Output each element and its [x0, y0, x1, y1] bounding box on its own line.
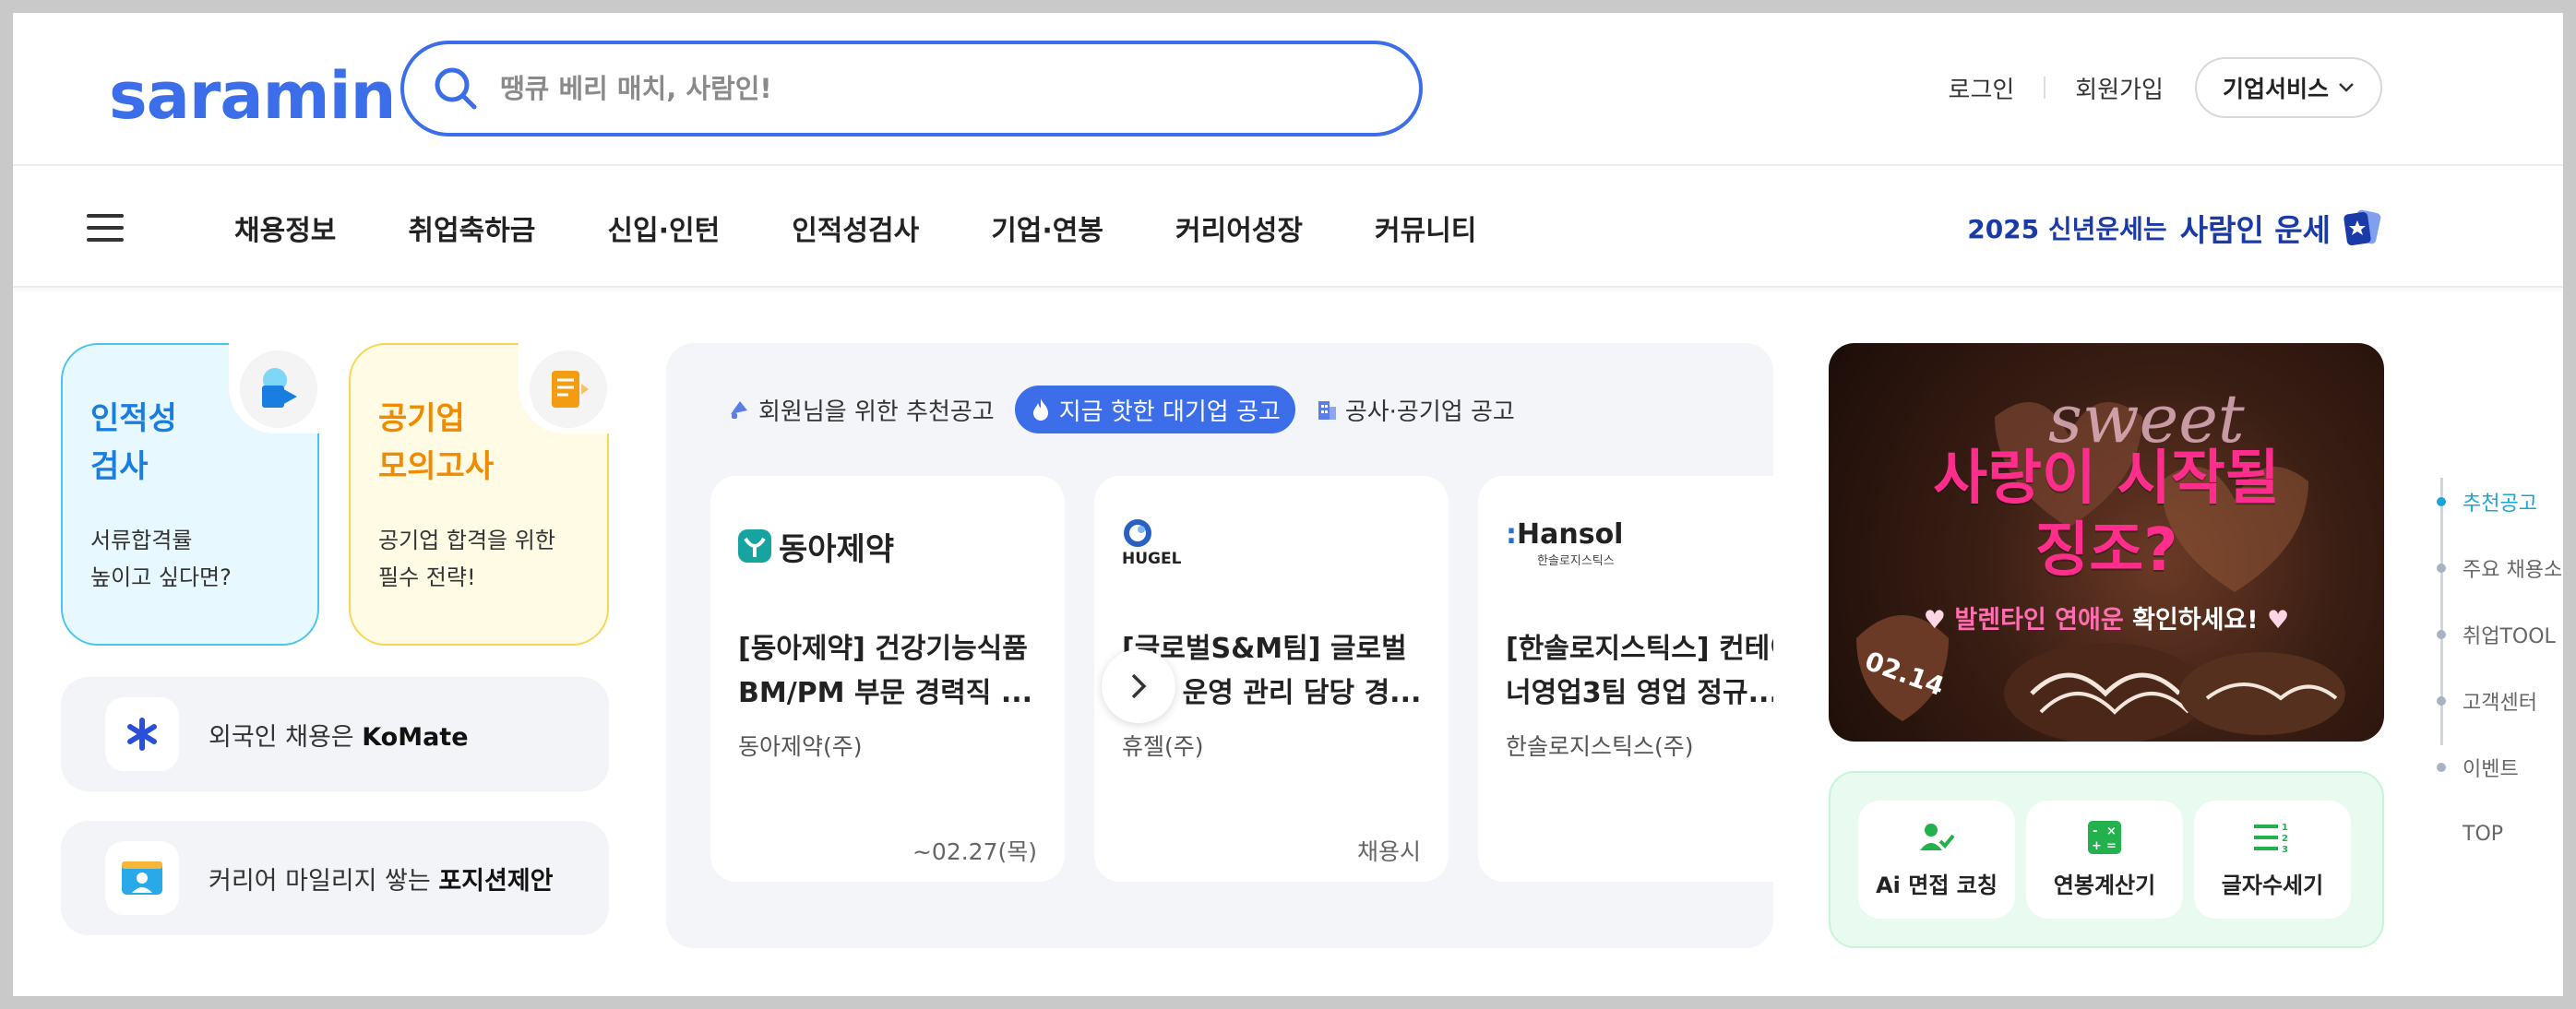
heart-icon: ♥ — [1923, 606, 1946, 635]
page: saramin 로그인 회원가입 기업서비스 — [13, 13, 2563, 996]
nav-item-community[interactable]: 커뮤니티 — [1375, 208, 1476, 248]
biz-service-label: 기업서비스 — [2222, 76, 2329, 102]
nav-item-intern[interactable]: 신입·인턴 — [607, 208, 720, 248]
side-quick-nav: 추천공고 주요 채용소식 취업TOOL 고객센터 이벤트 TOP — [2430, 469, 2563, 867]
job-card[interactable]: 동아제약 [동아제약] 건강기능식품 BM/PM 부문 경력직 ... 동아제약… — [710, 476, 1065, 882]
side-item-tool[interactable]: 취업TOOL — [2430, 601, 2563, 668]
header: saramin 로그인 회원가입 기업서비스 — [13, 13, 2563, 166]
company-logo-donga: 동아제약 — [738, 518, 894, 574]
job-company: 한솔로지스틱스(주) — [1506, 733, 1694, 760]
position-offer-text: 커리어 마일리지 쌓는 포지션제안 — [209, 866, 554, 896]
nav-item-aptitude[interactable]: 인적성검사 — [792, 208, 919, 248]
search-icon[interactable] — [430, 63, 482, 114]
public-title: 공기업 모의고사 — [378, 400, 495, 485]
heart-icon: ♥ — [2267, 606, 2290, 635]
login-link[interactable]: 로그인 — [1949, 71, 2015, 105]
promo-small-text: 2025 신년운세는 — [1967, 214, 2167, 244]
komate-text: 외국인 채용은 KoMate — [209, 722, 469, 752]
profile-card-icon — [105, 841, 179, 915]
side-item-support[interactable]: 고객센터 — [2430, 668, 2563, 734]
search-bar[interactable] — [400, 41, 1423, 137]
valentine-banner[interactable]: sweet 사랑이 시작될 징조? ♥ 발렌타인 연애운 확인하세요! ♥ 02… — [1829, 343, 2384, 742]
job-tabs: 회원님을 위한 추천공고 지금 핫한 대기업 공고 공사·공기업 공고 — [722, 386, 1521, 433]
chevron-right-icon — [1131, 673, 1147, 699]
nav-item-jobs[interactable]: 채용정보 — [234, 208, 336, 248]
job-company: 휴젤(주) — [1122, 733, 1204, 760]
fire-icon — [1032, 398, 1048, 421]
fortune-card-icon — [2343, 209, 2381, 245]
public-mock-test-card[interactable]: 공기업 모의고사 공기업 합격을 위한 필수 전략! — [349, 341, 611, 646]
scroll-top-button[interactable]: TOP — [2430, 801, 2563, 867]
tool-ai-interview[interactable]: Ai 면접 코칭 — [1858, 801, 2015, 919]
career-tools: Ai 면접 코칭 - × + = 연봉계산기 1 2 3 글자수세기 — [1829, 771, 2384, 948]
svg-text:2: 2 — [2282, 834, 2288, 844]
megaphone-icon — [731, 401, 747, 419]
signup-link[interactable]: 회원가입 — [2075, 71, 2164, 105]
position-offer-link[interactable]: 커리어 마일리지 쌓는 포지션제안 — [61, 821, 609, 935]
calculator-icon: - × + = — [2088, 820, 2121, 854]
aptitude-desc: 서류합격률 높이고 싶다면? — [90, 528, 232, 590]
search-input[interactable] — [500, 73, 1330, 104]
job-recommend-panel: 회원님을 위한 추천공고 지금 핫한 대기업 공고 공사·공기업 공고 동아제약… — [666, 343, 1773, 948]
job-deadline: ~02.27(목) — [912, 838, 1037, 865]
tab-public-corp[interactable]: 공사·공기업 공고 — [1310, 386, 1521, 433]
aptitude-test-card[interactable]: 인적성 검사 서류합격률 높이고 싶다면? — [61, 341, 321, 646]
job-title: [동아제약] 건강기능식품 BM/PM 부문 경력직 ... — [738, 633, 1033, 709]
aptitude-title: 인적성 검사 — [90, 400, 177, 485]
svg-text:3: 3 — [2282, 845, 2288, 854]
komate-link[interactable]: 외국인 채용은 KoMate — [61, 677, 609, 791]
svg-text:1: 1 — [2282, 823, 2288, 833]
job-deadline: 채용시 — [1356, 838, 1421, 865]
nav-item-bonus[interactable]: 취업축하금 — [408, 208, 535, 248]
banner-subtitle: ♥ 발렌타인 연애운 확인하세요! ♥ — [1923, 606, 2290, 635]
side-item-news[interactable]: 주요 채용소식 — [2430, 535, 2563, 601]
komate-asterisk-icon — [105, 697, 179, 771]
fortune-promo-link[interactable]: 2025 신년운세는 사람인 운세 — [1967, 205, 2382, 251]
svg-text:-: - — [2093, 825, 2097, 838]
company-logo-hugel: HUGEL — [1122, 518, 1181, 574]
next-arrow-button[interactable] — [1102, 649, 1175, 723]
job-card[interactable]: :Hansol 한솔로지스틱스 [한솔로지스틱스] 컨테이너영업3팀 영업 정규… — [1478, 476, 1773, 882]
job-title: [한솔로지스틱스] 컨테이너영업3팀 영업 정규... — [1506, 633, 1773, 709]
promo-big-text: 사람인 운세 — [2179, 212, 2331, 248]
building-icon — [1318, 401, 1336, 420]
job-company: 동아제약(주) — [738, 733, 863, 760]
job-card-list: 동아제약 [동아제약] 건강기능식품 BM/PM 부문 경력직 ... 동아제약… — [710, 476, 1773, 882]
svg-text:=: = — [2106, 839, 2117, 853]
side-item-recommend[interactable]: 추천공고 — [2430, 469, 2563, 535]
svg-text:×: × — [2106, 825, 2117, 838]
list-number-icon: 1 2 3 — [2254, 823, 2288, 854]
divider — [2044, 77, 2046, 99]
biz-service-button[interactable]: 기업서비스 — [2194, 57, 2382, 118]
public-desc: 공기업 합격을 위한 필수 전략! — [378, 528, 555, 590]
tab-recommended[interactable]: 회원님을 위한 추천공고 — [722, 386, 1000, 433]
side-item-event[interactable]: 이벤트 — [2430, 734, 2563, 801]
nav-item-career[interactable]: 커리어성장 — [1175, 208, 1303, 248]
nav-menu: 채용정보 취업축하금 신입·인턴 인적성검사 기업·연봉 커리어성장 커뮤니티 — [234, 168, 1548, 288]
tool-salary-calculator[interactable]: - × + = 연봉계산기 — [2026, 801, 2183, 919]
person-check-icon — [1920, 823, 1955, 850]
menu-icon[interactable] — [87, 214, 124, 242]
svg-text:+: + — [2092, 839, 2102, 853]
main-nav: 채용정보 취업축하금 신입·인턴 인적성검사 기업·연봉 커리어성장 커뮤니티 … — [13, 168, 2563, 288]
tool-char-counter[interactable]: 1 2 3 글자수세기 — [2194, 801, 2351, 919]
chevron-down-icon — [2339, 83, 2354, 92]
company-logo-hansol: :Hansol 한솔로지스틱스 — [1506, 518, 1624, 568]
nav-item-company-salary[interactable]: 기업·연봉 — [991, 208, 1103, 248]
banner-title: 사랑이 시작될 징조? — [1933, 445, 2280, 585]
tab-hot-large-companies[interactable]: 지금 핫한 대기업 공고 — [1014, 386, 1295, 433]
saramin-logo[interactable]: saramin — [109, 59, 396, 133]
top-links: 로그인 회원가입 기업서비스 — [1949, 57, 2563, 118]
